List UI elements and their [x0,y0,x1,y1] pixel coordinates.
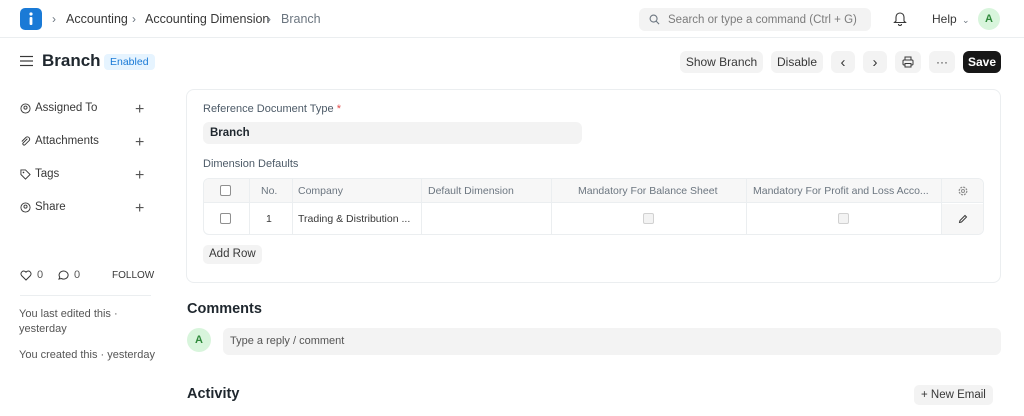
printer-icon [902,56,914,68]
chevron-down-icon: ⌄ [962,15,970,25]
reference-document-type-label: Reference Document Type * [203,103,341,115]
search-input[interactable]: Search or type a command (Ctrl + G) [639,8,871,31]
save-button[interactable]: Save [963,51,1001,73]
dimension-defaults-table: No. Company Default Dimension Mandatory … [203,178,984,235]
disable-button[interactable]: Disable [771,51,823,73]
table-row[interactable]: 1 Trading & Distribution ... [204,204,983,234]
chevron-right-icon: › [52,12,56,26]
more-button[interactable]: ··· [929,51,955,73]
comment-icon[interactable] [57,270,69,281]
dimension-defaults-label: Dimension Defaults [203,158,299,170]
column-settings-gear-icon[interactable] [957,185,969,197]
show-branch-button[interactable]: Show Branch [680,51,763,73]
row-select-checkbox[interactable] [220,213,231,224]
bell-icon[interactable] [893,10,907,26]
reference-document-type-input[interactable]: Branch [203,122,582,144]
mandatory-balance-sheet-checkbox[interactable] [643,213,654,224]
add-tag-icon[interactable]: + [135,168,144,184]
top-navbar: › Accounting › Accounting Dimension › Br… [0,0,1024,38]
column-header-mandatory-pl: Mandatory For Profit and Loss Acco... [753,185,929,197]
row-edit-cell[interactable] [942,204,983,234]
sidebar-item-tags[interactable]: Tags [20,168,59,180]
search-icon [649,14,660,25]
previous-button[interactable]: ‹ [831,51,855,73]
column-header-mandatory-balance-sheet: Mandatory For Balance Sheet [578,185,718,197]
sidebar-item-attachments[interactable]: Attachments [20,135,99,147]
user-avatar[interactable]: A [978,8,1000,30]
add-attachment-icon[interactable]: + [135,135,144,151]
sidebar-divider [20,295,151,296]
tag-icon [20,168,31,180]
assign-icon [20,102,31,114]
heart-icon[interactable] [20,270,32,281]
sidebar-item-label: Attachments [35,135,99,147]
last-edited-text: You last edited this · yesterday [19,308,118,335]
sidebar-item-share[interactable]: Share [20,201,66,213]
required-mark: * [336,103,341,115]
mandatory-pl-checkbox[interactable] [838,213,849,224]
comments-count: 0 [74,269,81,281]
help-menu[interactable]: Help ⌄ [932,12,970,26]
add-assign-icon[interactable]: + [135,102,144,118]
sidebar-toggle-icon[interactable] [20,55,33,67]
paperclip-icon [21,135,31,146]
comment-input[interactable]: Type a reply / comment [223,328,1001,355]
comment-avatar: A [187,328,211,352]
edit-pencil-icon [958,214,968,224]
column-header-default-dimension: Default Dimension [428,185,514,197]
sidebar-item-assigned-to[interactable]: Assigned To [20,102,97,114]
sidebar-item-label: Tags [35,168,60,180]
created-text: You created this · yesterday [19,349,155,361]
app-logo[interactable] [20,8,42,30]
sidebar-item-label: Share [35,201,66,213]
help-label: Help [932,12,957,26]
row-number: 1 [266,213,272,225]
likes-count: 0 [37,269,44,281]
field-label: Reference Document Type [203,103,334,115]
company-cell[interactable]: Trading & Distribution ... [298,213,416,225]
sidebar-item-label: Assigned To [35,102,98,114]
new-email-button[interactable]: + New Email [914,385,993,405]
chevron-right-icon: › [132,12,136,26]
page-title: Branch [42,51,101,70]
column-header-company: Company [298,185,343,197]
column-header-no: No. [261,185,278,197]
status-badge: Enabled [104,54,155,70]
chevron-right-icon: › [267,12,271,26]
select-all-checkbox[interactable] [220,185,231,196]
follow-button[interactable]: FOLLOW [112,270,154,281]
breadcrumb-branch[interactable]: Branch [281,12,321,26]
print-button[interactable] [895,51,921,73]
activity-heading: Activity [187,386,240,402]
next-button[interactable]: › [863,51,887,73]
breadcrumb-accounting-dimension[interactable]: Accounting Dimension [145,12,269,26]
share-icon [20,201,31,213]
breadcrumb-accounting[interactable]: Accounting [66,12,128,26]
add-row-button[interactable]: Add Row [203,245,262,264]
search-placeholder: Search or type a command (Ctrl + G) [668,13,857,26]
add-share-icon[interactable]: + [135,201,144,217]
comments-heading: Comments [187,301,262,317]
logo-i-icon [29,12,33,25]
